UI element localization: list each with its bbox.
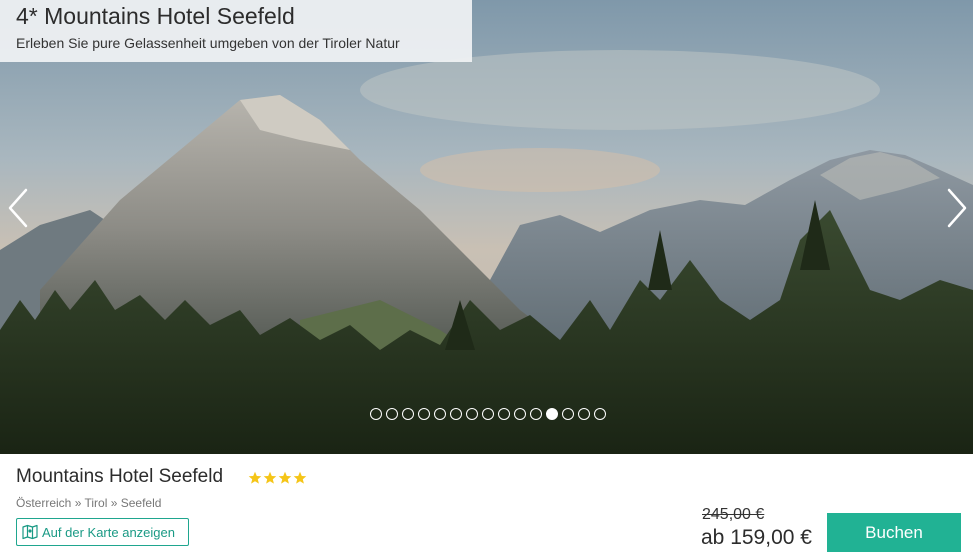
star-icon	[278, 471, 292, 484]
slide-dot[interactable]	[402, 408, 414, 420]
slide-dot[interactable]	[370, 408, 382, 420]
page-title: 4* Mountains Hotel Seefeld	[16, 3, 295, 29]
slide-dot[interactable]	[482, 408, 494, 420]
slide-dot[interactable]	[562, 408, 574, 420]
slide-dot[interactable]	[450, 408, 462, 420]
hotel-name: Mountains Hotel Seefeld	[16, 466, 224, 487]
slide-dot[interactable]	[514, 408, 526, 420]
slide-dot[interactable]	[546, 408, 558, 420]
show-on-map-button[interactable]: Auf der Karte anzeigen	[16, 518, 189, 546]
chevron-left-icon	[8, 188, 28, 228]
slide-dot[interactable]	[434, 408, 446, 420]
breadcrumb-separator: »	[107, 496, 121, 510]
current-price: ab 159,00 €	[701, 526, 812, 549]
show-on-map-label: Auf der Karte anzeigen	[42, 524, 175, 540]
hero-image	[0, 0, 973, 454]
next-slide-button[interactable]	[941, 186, 971, 230]
hotel-info-bar: Mountains Hotel Seefeld Österreich » Tir…	[0, 454, 973, 552]
star-icon	[263, 471, 277, 484]
hero-slider: 4* Mountains Hotel Seefeld Erleben Sie p…	[0, 0, 973, 454]
star-rating	[248, 471, 307, 485]
page-subtitle: Erleben Sie pure Gelassenheit umgeben vo…	[16, 35, 400, 51]
slide-dot[interactable]	[418, 408, 430, 420]
map-icon	[22, 524, 38, 540]
prev-slide-button[interactable]	[4, 186, 34, 230]
star-icon	[248, 471, 262, 484]
breadcrumb-item-country[interactable]: Österreich	[16, 496, 71, 510]
old-price: 245,00 €	[702, 506, 765, 523]
star-icon	[293, 471, 307, 484]
slide-dot[interactable]	[578, 408, 590, 420]
slide-dot[interactable]	[466, 408, 478, 420]
hero-title-box: 4* Mountains Hotel Seefeld Erleben Sie p…	[0, 0, 472, 62]
book-button[interactable]: Buchen	[827, 513, 961, 552]
hotel-page: 4* Mountains Hotel Seefeld Erleben Sie p…	[0, 0, 973, 552]
breadcrumb-item-region[interactable]: Tirol	[84, 496, 107, 510]
slide-dot[interactable]	[386, 408, 398, 420]
chevron-right-icon	[947, 188, 967, 228]
breadcrumb-separator: »	[71, 496, 85, 510]
breadcrumb-item-city[interactable]: Seefeld	[121, 496, 162, 510]
slide-dot[interactable]	[498, 408, 510, 420]
slide-dot[interactable]	[594, 408, 606, 420]
slide-dot[interactable]	[530, 408, 542, 420]
breadcrumb: Österreich » Tirol » Seefeld	[16, 496, 161, 510]
slide-indicators	[370, 408, 606, 420]
